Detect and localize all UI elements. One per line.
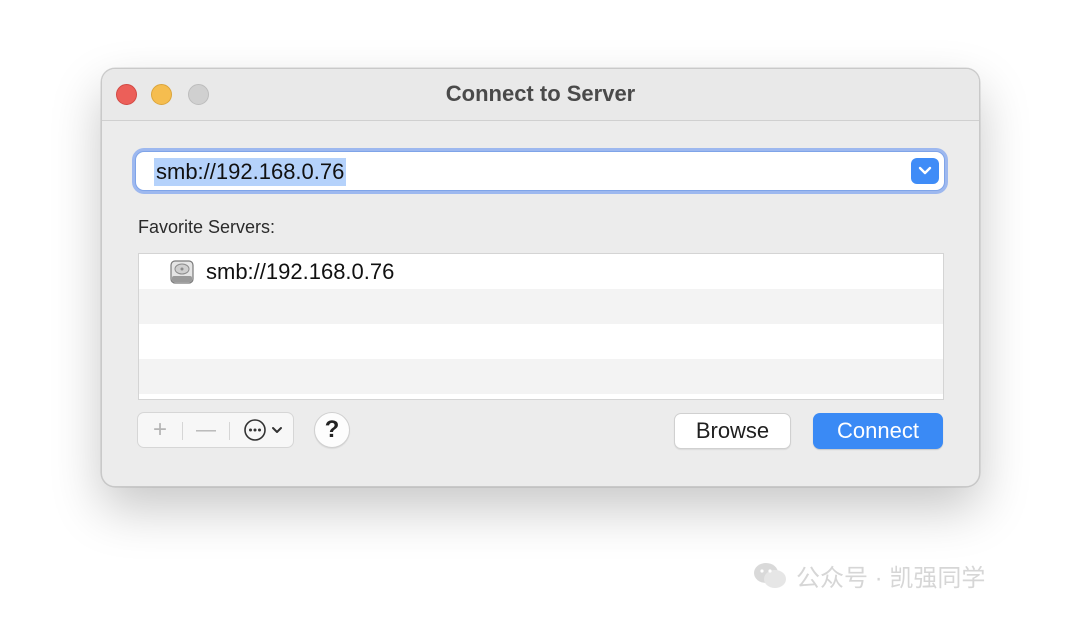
more-actions-button[interactable] <box>236 413 290 447</box>
plus-icon: + <box>152 416 167 443</box>
connect-button[interactable]: Connect <box>813 413 943 449</box>
favorite-server-address: smb://192.168.0.76 <box>206 259 395 284</box>
watermark-text: 公众号 · 凯强同学 <box>796 565 986 592</box>
chevron-down-icon <box>918 166 932 175</box>
help-button[interactable]: ? <box>314 412 350 448</box>
minus-icon: — <box>196 418 216 441</box>
list-item <box>139 324 943 359</box>
list-edit-controls: + — <box>137 412 294 448</box>
server-address-value[interactable]: smb://192.168.0.76 <box>154 158 347 186</box>
network-drive-icon <box>169 259 195 290</box>
ellipsis-circle-icon <box>244 419 266 441</box>
chevron-down-icon <box>272 427 282 433</box>
title-bar: Connect to Server <box>102 69 979 121</box>
recent-servers-dropdown[interactable] <box>911 158 939 184</box>
favorite-servers-list[interactable]: smb://192.168.0.76 <box>138 253 944 400</box>
list-item <box>139 289 943 324</box>
divider <box>182 422 183 440</box>
server-address-field[interactable]: smb://192.168.0.76 <box>135 151 945 191</box>
favorite-servers-label: Favorite Servers: <box>138 217 276 237</box>
divider <box>229 422 230 440</box>
window-title: Connect to Server <box>445 81 636 106</box>
add-favorite-button[interactable]: + <box>146 413 174 447</box>
remove-favorite-button[interactable]: — <box>190 413 222 447</box>
wechat-icon <box>754 562 786 588</box>
list-item <box>139 359 943 394</box>
watermark: 公众号 · 凯强同学 <box>752 558 985 593</box>
connect-to-server-window: Connect to Server smb://192.168.0.76 Fav… <box>101 68 980 487</box>
list-item[interactable]: smb://192.168.0.76 <box>139 254 943 289</box>
browse-button[interactable]: Browse <box>674 413 791 449</box>
